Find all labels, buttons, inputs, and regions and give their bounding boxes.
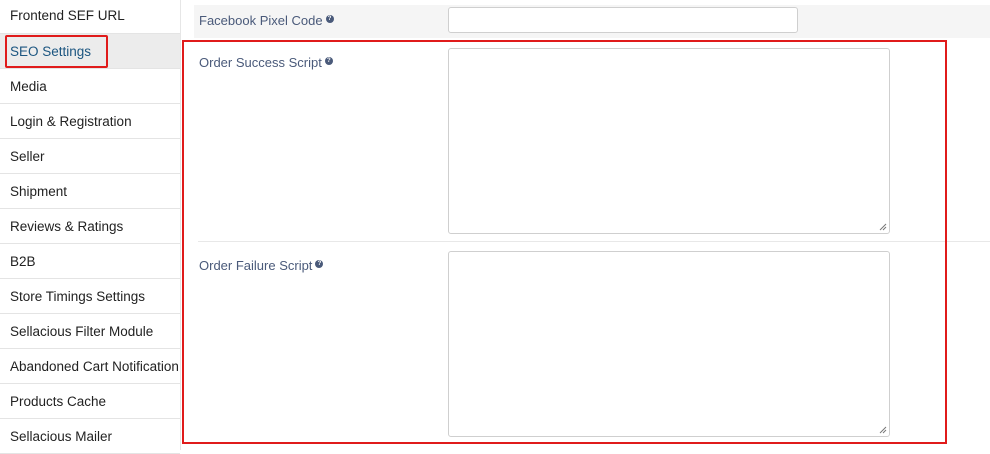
settings-form: Facebook Pixel Code? Order Success Scrip…: [182, 0, 990, 450]
sidebar-item-label: Reviews & Ratings: [10, 219, 124, 234]
resize-grip-icon[interactable]: [879, 426, 887, 434]
help-icon[interactable]: ?: [315, 260, 324, 268]
sidebar-item-seo-settings[interactable]: SEO Settings: [0, 34, 180, 69]
sidebar-item-label: B2B: [10, 254, 36, 269]
sidebar-item-products-cache[interactable]: Products Cache: [0, 384, 180, 419]
sidebar-item-shipment[interactable]: Shipment: [0, 174, 180, 209]
sidebar-item-mailer[interactable]: Sellacious Mailer: [0, 419, 180, 454]
sidebar-item-label: SEO Settings: [10, 44, 92, 59]
sidebar-item-store-timings[interactable]: Store Timings Settings: [0, 279, 180, 314]
sidebar-item-media[interactable]: Media: [0, 69, 180, 104]
sidebar-item-label: Seller: [10, 149, 45, 164]
sidebar-item-seller[interactable]: Seller: [0, 139, 180, 174]
sidebar-item-abandoned-cart[interactable]: Abandoned Cart Notification: [0, 349, 180, 384]
facebook-pixel-input[interactable]: [448, 7, 798, 33]
sidebar-item-login-registration[interactable]: Login & Registration: [0, 104, 180, 139]
facebook-pixel-label: Facebook Pixel Code?: [199, 13, 334, 28]
sidebar-item-b2b[interactable]: B2B: [0, 244, 180, 279]
order-success-label: Order Success Script?: [199, 55, 333, 70]
sidebar-item-frontend-sef-url[interactable]: Frontend SEF URL: [0, 0, 180, 34]
sidebar-item-reviews-ratings[interactable]: Reviews & Ratings: [0, 209, 180, 244]
field-label: Facebook Pixel Code: [199, 13, 323, 28]
sidebar-item-label: Media: [10, 79, 47, 94]
field-label: Order Failure Script: [199, 258, 313, 273]
sidebar-item-label: Frontend SEF URL: [10, 8, 125, 23]
order-failure-label: Order Failure Script?: [199, 258, 324, 273]
sidebar-item-label: Sellacious Filter Module: [10, 324, 154, 339]
sidebar-item-label: Abandoned Cart Notification: [10, 359, 179, 374]
sidebar-item-label: Sellacious Mailer: [10, 429, 113, 444]
field-label: Order Success Script: [199, 55, 322, 70]
order-failure-textarea[interactable]: [448, 251, 890, 437]
help-icon[interactable]: ?: [324, 57, 333, 65]
row-divider: [198, 241, 990, 242]
resize-grip-icon[interactable]: [879, 223, 887, 231]
sidebar-item-label: Shipment: [10, 184, 68, 199]
order-success-textarea[interactable]: [448, 48, 890, 234]
sidebar-item-filter-module[interactable]: Sellacious Filter Module: [0, 314, 180, 349]
help-icon[interactable]: ?: [325, 15, 334, 23]
settings-sidebar: Frontend SEF URL SEO Settings Media Logi…: [0, 0, 181, 454]
sidebar-item-label: Login & Registration: [10, 114, 132, 129]
sidebar-item-label: Store Timings Settings: [10, 289, 146, 304]
sidebar-item-label: Products Cache: [10, 394, 107, 409]
